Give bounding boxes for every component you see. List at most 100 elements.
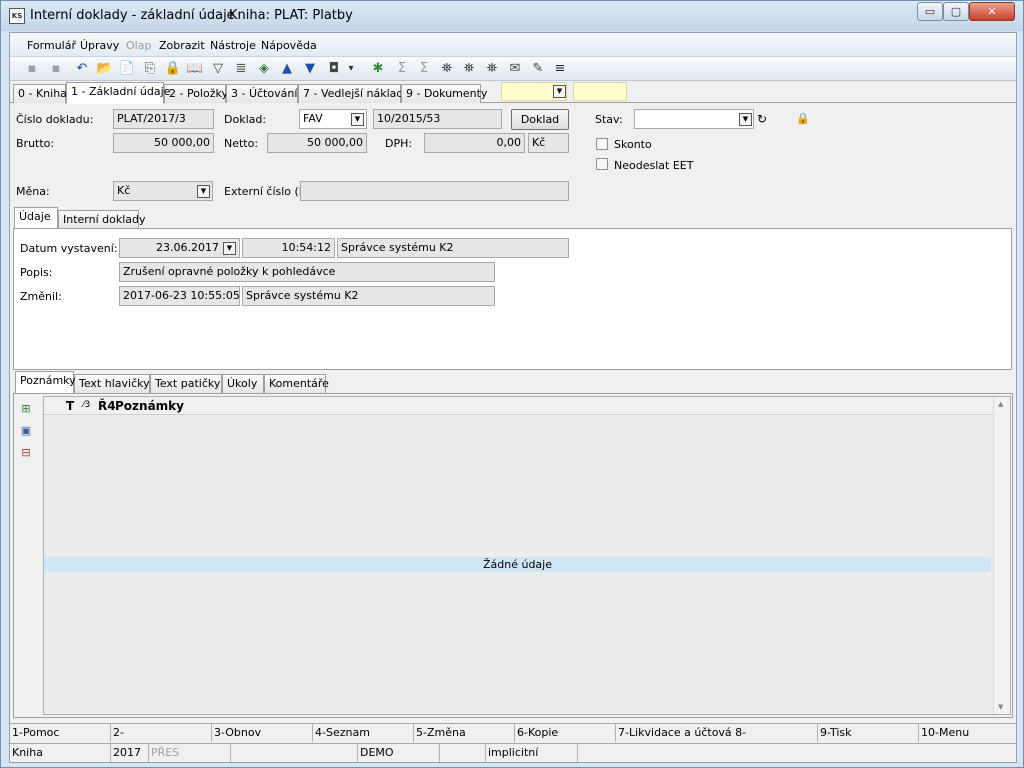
notes-icon[interactable]: ✎ xyxy=(529,60,547,78)
minimize-icon: ▭ xyxy=(924,5,936,18)
toolbar: ▪ ▪ ↶ 📂 📄 ⎘ 🔒 📖 ▽ ≣ ◈ ▲ ▼ ◘ ▾ ✱ Σ Σ ⛯ ⛯ ⛯ ✉ ✎ ≡ xyxy=(10,57,1016,81)
maximize-button[interactable]: ▢ xyxy=(943,2,969,21)
window-subtitle: Kniha: PLAT: Platby xyxy=(229,8,353,23)
fkey-10[interactable]: 10-Menu xyxy=(919,724,1016,742)
fkey-3[interactable]: 3-Obnov xyxy=(212,724,313,742)
save-as-icon[interactable]: ▪ xyxy=(47,60,65,78)
dph-label: DPH: xyxy=(385,137,413,150)
tab-vedlejsi-naklady[interactable]: 7 - Vedlejší náklady xyxy=(298,84,410,103)
zmenil-date-field[interactable]: 2017-06-23 10:55:05 xyxy=(119,286,240,306)
binoculars-icon[interactable]: ⛯ xyxy=(438,60,456,78)
datum-vystaveni-field[interactable]: 23.06.2017 xyxy=(119,238,240,258)
subtab-udaje[interactable]: Údaje xyxy=(14,207,58,228)
tab-poznamky[interactable]: Poznámky xyxy=(15,371,76,393)
netto-field[interactable]: 50 000,00 xyxy=(267,133,367,153)
report-icon[interactable]: ≣ xyxy=(232,60,250,78)
tab-polozky[interactable]: 2 - Položky xyxy=(164,84,228,103)
mail-icon[interactable]: ✉ xyxy=(506,60,524,78)
fkey-1[interactable]: 1-Pomoc xyxy=(10,724,111,742)
doklad-button[interactable]: Doklad xyxy=(511,109,569,130)
menu-napoveda[interactable]: Nápověda xyxy=(261,39,317,52)
tab-ukoly[interactable]: Úkoly xyxy=(222,374,264,393)
datum-dropdown-icon[interactable]: ▼ xyxy=(223,242,236,255)
camera-icon[interactable]: ◘ xyxy=(325,60,343,78)
refresh-icon[interactable]: ↻ xyxy=(757,112,767,126)
doklad-type-dropdown-icon[interactable]: ▼ xyxy=(351,113,364,126)
scroll-up-icon[interactable]: ▲ xyxy=(998,400,1003,408)
tab-komentare[interactable]: Komentáře xyxy=(264,374,329,393)
tab-dokumenty[interactable]: 9 - Dokumenty xyxy=(401,84,487,103)
menu-upravy[interactable]: Úpravy xyxy=(80,39,119,52)
grid-scrollbar[interactable]: ▲ ▼ xyxy=(993,397,1010,714)
layers-icon[interactable]: ◈ xyxy=(255,60,273,78)
notes-grid[interactable]: T ⁄3 Ř4 Poznámky Žádné údaje ▲ ▼ xyxy=(43,396,1011,715)
mena-dropdown-icon[interactable]: ▼ xyxy=(197,185,210,198)
popis-field[interactable]: Zrušení opravné položky k pohledávce xyxy=(119,262,495,282)
scroll-down-icon[interactable]: ▼ xyxy=(998,703,1003,711)
app-icon[interactable]: KS xyxy=(9,8,25,24)
copy-icon[interactable]: ⎘ xyxy=(141,60,159,78)
col-poznamky[interactable]: Poznámky xyxy=(115,399,184,413)
close-button[interactable]: ✕ xyxy=(969,2,1015,21)
fkey-9[interactable]: 9-Tisk xyxy=(818,724,919,742)
recycle-icon[interactable]: ✱ xyxy=(369,60,387,78)
binoculars-next-icon[interactable]: ⛯ xyxy=(460,60,478,78)
undo-icon[interactable]: ↶ xyxy=(73,60,91,78)
arrow-up-icon[interactable]: ▲ xyxy=(278,60,296,78)
minimize-button[interactable]: ▭ xyxy=(917,2,943,21)
binoculars-filter-icon[interactable]: ⛯ xyxy=(483,60,501,78)
col-row[interactable]: Ř4 xyxy=(98,399,116,413)
fkey-7[interactable]: 7-Likvidace a účtová 8- xyxy=(616,724,818,742)
tab-text-paticky[interactable]: Text patičky xyxy=(150,374,222,393)
doklad-number-field[interactable]: 10/2015/53 xyxy=(373,109,502,129)
subtotal-icon[interactable]: Σ xyxy=(415,60,433,78)
edit-note-icon[interactable]: ▣ xyxy=(19,423,33,438)
fkey-5[interactable]: 5-Změna xyxy=(414,724,515,742)
menu-formular[interactable]: Formulář xyxy=(27,39,76,52)
menu-zobrazit[interactable]: Zobrazit xyxy=(159,39,205,52)
vystavil-user-field[interactable]: Správce systému K2 xyxy=(337,238,569,258)
datum-vystaveni-label: Datum vystavení: xyxy=(20,242,118,255)
tab-text-hlavicky[interactable]: Text hlavičky xyxy=(74,374,150,393)
col-type[interactable]: T xyxy=(66,399,74,413)
skonto-checkbox[interactable] xyxy=(596,138,608,150)
currency-field[interactable]: Kč xyxy=(528,133,569,153)
new-document-icon[interactable]: 📄 xyxy=(118,60,136,78)
book-icon[interactable]: 📖 xyxy=(186,60,204,78)
open-folder-icon[interactable]: 📂 xyxy=(96,60,114,78)
brutto-field[interactable]: 50 000,00 xyxy=(113,133,214,153)
tab-zakladni-udaje[interactable]: 1 - Základní údaje xyxy=(66,82,170,104)
lock-icon[interactable]: 🔒 xyxy=(164,60,182,78)
fkey-4[interactable]: 4-Seznam xyxy=(313,724,414,742)
list-icon[interactable]: ≡ xyxy=(551,60,569,78)
eet-checkbox[interactable] xyxy=(596,158,608,170)
close-icon: ✕ xyxy=(987,5,997,18)
externi-cislo-field[interactable] xyxy=(300,181,569,201)
cislo-dokladu-field[interactable]: PLAT/2017/3 xyxy=(113,109,214,129)
menu-nastroje[interactable]: Nástroje xyxy=(210,39,256,52)
filter-icon[interactable]: ▽ xyxy=(209,60,227,78)
save-icon[interactable]: ▪ xyxy=(23,60,41,78)
netto-label: Netto: xyxy=(224,137,259,150)
period-dropdown-icon[interactable]: ▼ xyxy=(553,85,566,98)
brutto-label: Brutto: xyxy=(16,137,55,150)
tab-uctovani[interactable]: 3 - Účtování xyxy=(226,84,298,103)
subtab-interni-doklady[interactable]: Interní doklady xyxy=(58,210,146,228)
period-field[interactable] xyxy=(573,82,627,101)
title-bar[interactable]: KS Interní doklady - základní údaje Knih… xyxy=(1,1,1023,31)
arrow-down-icon[interactable]: ▼ xyxy=(301,60,319,78)
dropdown-arrow-icon[interactable]: ▾ xyxy=(346,60,356,78)
add-note-icon[interactable]: ⊞ xyxy=(19,401,33,416)
zmenil-user-field[interactable]: Správce systému K2 xyxy=(242,286,495,306)
delete-note-icon[interactable]: ⊟ xyxy=(19,445,33,460)
fkey-6[interactable]: 6-Kopie xyxy=(515,724,616,742)
time-field[interactable]: 10:54:12 xyxy=(242,238,335,258)
fkey-2[interactable]: 2- xyxy=(111,724,212,742)
sum-icon[interactable]: Σ xyxy=(393,60,411,78)
stav-select[interactable] xyxy=(634,109,754,129)
col-order[interactable]: ⁄3 xyxy=(83,400,90,410)
tab-kniha[interactable]: 0 - Kniha xyxy=(13,84,67,103)
dph-field[interactable]: 0,00 xyxy=(424,133,525,153)
stav-dropdown-icon[interactable]: ▼ xyxy=(739,113,752,126)
externi-cislo-label: Externí číslo (i): xyxy=(224,185,310,198)
